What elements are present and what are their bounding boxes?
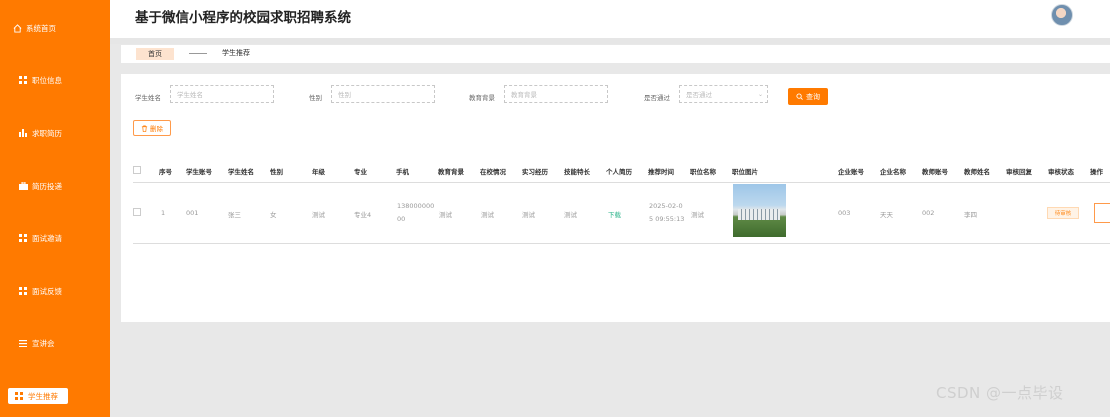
cell-phone-line1: 138000000 [397, 202, 435, 210]
cell-time-line1: 2025-02-0 [649, 202, 683, 210]
grid-icon [14, 391, 24, 401]
chevron-down-icon: ⌄ [757, 91, 763, 98]
bar-chart-icon [18, 128, 28, 138]
col-header[interactable]: 企业账号 [838, 166, 864, 176]
sidebar-item-label: 系统首页 [26, 23, 56, 33]
col-header[interactable]: 推荐时间 [648, 166, 674, 176]
student-name-input[interactable]: 学生姓名 [170, 85, 274, 103]
trash-icon [141, 125, 148, 132]
sidebar-item-label: 宣讲会 [32, 338, 55, 348]
cell-index: 1 [161, 209, 166, 217]
col-header[interactable]: 专业 [354, 166, 367, 176]
top-header: 基于微信小程序的校园求职招聘系统 [110, 0, 1110, 38]
search-label-education: 教育背景 [469, 94, 495, 102]
cell-gender: 女 [270, 211, 277, 219]
col-header[interactable]: 教师姓名 [964, 166, 990, 176]
main-panel: 学生姓名 学生姓名 性别 性别 教育背景 教育背景 是否通过 是否通过 ⌄ 查询 … [121, 74, 1110, 322]
grid-icon [18, 75, 28, 85]
sidebar-item-presentation[interactable]: 宣讲会 [18, 333, 128, 353]
avatar[interactable] [1051, 4, 1073, 26]
cell-position: 测试 [691, 211, 704, 219]
grid-icon [18, 233, 28, 243]
breadcrumb-home[interactable]: 首页 [136, 48, 174, 60]
cell-grade: 测试 [312, 211, 325, 219]
grid-icon [18, 286, 28, 296]
divider [133, 243, 1110, 244]
search-label-passed: 是否通过 [644, 94, 670, 102]
page-title: 基于微信小程序的校园求职招聘系统 [135, 10, 351, 26]
col-header: 序号 [159, 168, 172, 176]
cell-company-name: 天天 [880, 211, 893, 219]
col-header[interactable]: 技能特长 [564, 166, 590, 176]
col-header[interactable]: 性别 [270, 166, 283, 176]
sidebar-item-label: 求职简历 [32, 128, 62, 138]
cell-major: 专业4 [354, 211, 372, 219]
col-header[interactable]: 学生账号 [186, 166, 212, 176]
query-button[interactable]: 查询 [788, 88, 828, 105]
cell-teacher-name: 李四 [964, 211, 977, 219]
breadcrumb: 首页 学生推荐 [121, 45, 1110, 63]
sidebar-item-jobs[interactable]: 职位信息 [18, 70, 128, 90]
col-header[interactable]: 教育背景 [438, 166, 464, 176]
row-checkbox[interactable] [133, 208, 141, 216]
list-icon [18, 338, 28, 348]
sidebar-item-home[interactable]: 系统首页 [12, 18, 122, 38]
job-image[interactable] [733, 184, 786, 237]
col-header[interactable]: 年级 [312, 166, 325, 176]
col-header: 操作 [1090, 168, 1103, 176]
col-header[interactable]: 实习经历 [522, 166, 548, 176]
col-header: 职位图片 [732, 168, 758, 176]
sidebar-item-student-recommend[interactable]: 学生推荐 [2, 386, 112, 406]
divider [110, 38, 1110, 44]
cell-education: 测试 [439, 211, 452, 219]
status-badge: 待审核 [1047, 207, 1079, 219]
cell-student-name: 张三 [228, 211, 241, 219]
cell-phone-line2: 00 [397, 215, 406, 223]
breadcrumb-current: 学生推荐 [222, 49, 250, 57]
col-header[interactable]: 在校情况 [480, 166, 506, 176]
sidebar-item-interview-invite[interactable]: 面试邀请 [18, 228, 128, 248]
divider [133, 182, 1110, 183]
col-header[interactable]: 职位名称 [690, 166, 716, 176]
sidebar-item-resume[interactable]: 求职简历 [18, 123, 128, 143]
col-header[interactable]: 企业名称 [880, 166, 906, 176]
home-icon [12, 23, 22, 33]
col-header: 个人简历 [606, 168, 632, 176]
cell-time-line2: 5 09:55:13 [649, 215, 685, 223]
passed-select[interactable]: 是否通过 ⌄ [679, 85, 768, 103]
action-button[interactable] [1094, 203, 1110, 223]
sidebar-item-label: 面试反馈 [32, 286, 62, 296]
search-icon [796, 93, 803, 100]
cell-skills: 测试 [564, 211, 577, 219]
col-header[interactable]: 审核状态 [1048, 166, 1074, 176]
sidebar-item-label: 学生推荐 [28, 391, 58, 401]
cell-internship: 测试 [522, 211, 535, 219]
sidebar-item-label: 职位信息 [32, 75, 62, 85]
sidebar-item-interview-feedback[interactable]: 面试反馈 [18, 281, 128, 301]
watermark: CSDN @一点毕设 [936, 384, 1064, 402]
delete-button[interactable]: 删除 [133, 120, 171, 136]
cell-student-account: 001 [186, 209, 199, 217]
col-header[interactable]: 学生姓名 [228, 166, 254, 176]
cell-teacher-account: 002 [922, 209, 935, 217]
col-header[interactable]: 手机 [396, 166, 409, 176]
sidebar-item-label: 简历投递 [32, 181, 62, 191]
sidebar: 系统首页 职位信息 求职简历 简历投递 面试邀请 面试反馈 宣讲会 学生推荐 [0, 0, 110, 417]
col-header[interactable]: 审核回复 [1006, 166, 1032, 176]
gender-input[interactable]: 性别 [331, 85, 435, 103]
sidebar-item-label: 面试邀请 [32, 233, 62, 243]
sidebar-item-delivery[interactable]: 简历投递 [18, 176, 128, 196]
select-all-checkbox[interactable] [133, 166, 141, 174]
cell-company-account: 003 [838, 209, 851, 217]
resume-download-link[interactable]: 下载 [608, 209, 621, 219]
cell-campus: 测试 [481, 211, 494, 219]
briefcase-icon [18, 181, 28, 191]
education-input[interactable]: 教育背景 [504, 85, 608, 103]
col-header[interactable]: 教师账号 [922, 166, 948, 176]
breadcrumb-separator [189, 53, 207, 54]
search-label-gender: 性别 [309, 94, 322, 102]
search-label-name: 学生姓名 [135, 94, 161, 102]
